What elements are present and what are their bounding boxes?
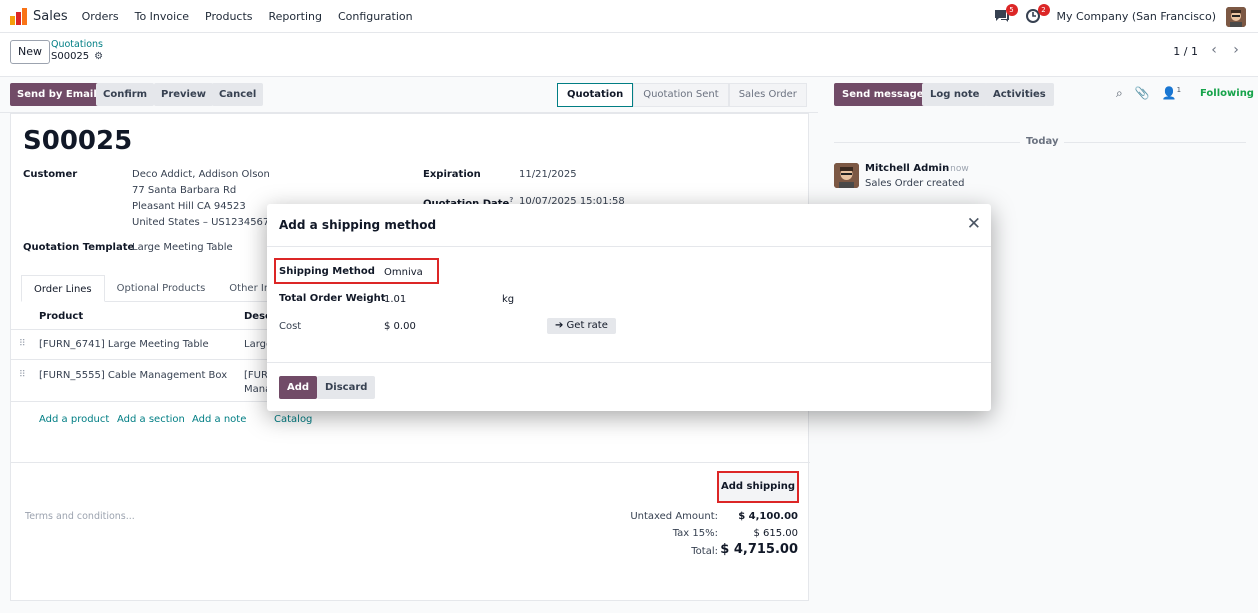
total-order-weight-field[interactable]: 1.01 [384,294,406,305]
dialog-header: Add a shipping method ✕ [267,204,991,247]
cost-label: Cost [279,321,302,332]
dialog-title: Add a shipping method [279,218,437,232]
shipping-method-dialog: Add a shipping method ✕ Shipping Method … [267,204,991,411]
weight-unit: kg [502,294,515,305]
cost-value: $ 0.00 [384,321,416,332]
close-icon[interactable]: ✕ [967,214,981,234]
dialog-footer: Add Discard [267,362,991,411]
discard-button[interactable]: Discard [317,376,376,399]
shipping-method-field[interactable]: Omniva [384,267,423,278]
total-order-weight-label: Total Order Weight [279,293,386,304]
add-button[interactable]: Add [279,376,318,399]
get-rate-button[interactable]: ➔ Get rate [547,318,616,334]
shipping-method-label: Shipping Method [279,266,375,277]
